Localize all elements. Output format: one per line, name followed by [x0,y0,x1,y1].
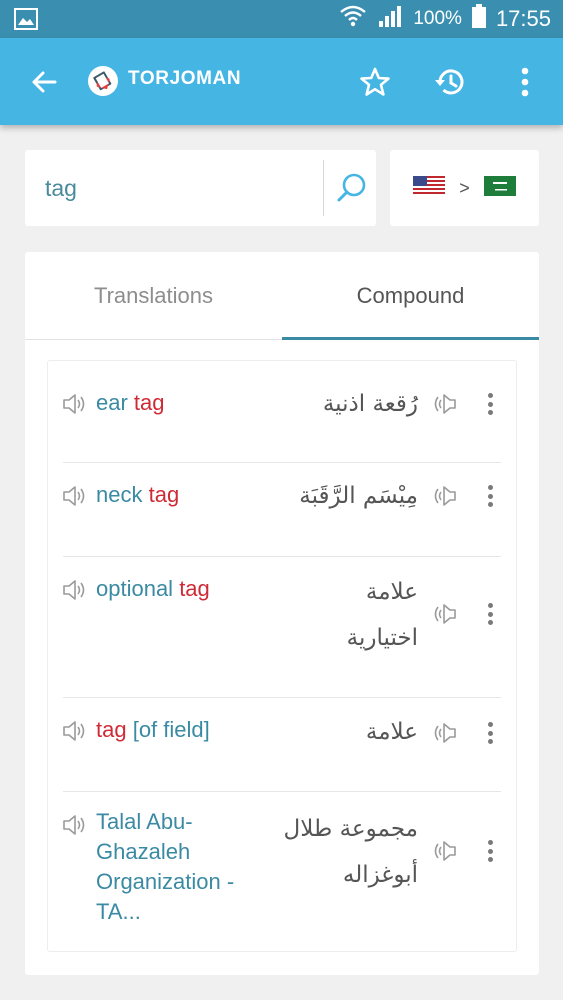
wifi-icon [339,4,367,34]
list-item: neck tag مِيْسَم الرَّقَبَة [48,463,518,556]
tab-compound[interactable]: Compound [282,252,539,340]
speaker-icon[interactable] [431,722,457,744]
term-ar[interactable]: مِيْسَم الرَّقَبَة [218,473,418,519]
speaker-icon[interactable] [62,814,86,836]
speaker-icon[interactable] [431,603,457,625]
term-ar[interactable]: مجموعة طلال أبوغزاله [248,806,418,898]
more-options-icon[interactable] [478,836,502,866]
term-ar[interactable]: علامة اختيارية [298,569,418,661]
speaker-icon[interactable] [62,720,86,742]
more-options-icon[interactable] [478,389,502,419]
tab-translations[interactable]: Translations [25,252,282,340]
list-item: optional tag علامة اختيارية [48,557,518,697]
star-icon[interactable] [353,60,397,104]
status-bar: 100% 17:55 [0,0,563,38]
list-item: Talal Abu-Ghazaleh Organization - TA... … [48,792,518,952]
term-ar[interactable]: رُقعة اذنية [218,381,418,427]
back-arrow-icon[interactable] [24,62,64,102]
tab-indicator [282,337,539,340]
saudi-flag-icon [483,175,516,201]
language-arrow: > [459,177,470,198]
history-icon[interactable] [428,60,472,104]
battery-icon [471,4,486,34]
signal-icon [377,4,403,34]
torjoman-logo-icon [86,64,120,98]
term-ar[interactable]: علامة [218,709,418,755]
term-en[interactable]: optional tag [96,574,266,604]
more-options-icon[interactable] [478,718,502,748]
search-box [25,150,376,226]
term-en[interactable]: Talal Abu-Ghazaleh Organization - TA... [96,807,261,927]
speaker-icon[interactable] [62,485,86,507]
speaker-icon[interactable] [431,393,457,415]
tab-bar: Translations Compound [25,252,539,340]
more-options-icon[interactable] [478,481,502,511]
search-divider [323,160,324,216]
language-selector[interactable]: > [390,150,539,226]
speaker-icon[interactable] [62,393,86,415]
search-icon[interactable] [329,162,375,214]
list-item: ear tag رُقعة اذنية [48,361,518,455]
compound-list: ear tag رُقعة اذنية neck tag مِيْسَم الر… [47,360,517,952]
gallery-icon [14,8,38,30]
list-item: tag [of field] علامة [48,698,518,791]
more-vert-icon[interactable] [503,60,547,104]
app-bar: TORJOMAN [0,38,563,125]
us-flag-icon [413,175,446,201]
speaker-icon[interactable] [431,840,457,862]
results-card: Translations Compound ear tag رُقعة اذني… [25,252,539,975]
more-options-icon[interactable] [478,599,502,629]
battery-percent: 100% [413,8,462,29]
clock: 17:55 [495,6,551,31]
search-input[interactable] [45,150,335,226]
speaker-icon[interactable] [431,485,457,507]
app-title: TORJOMAN [128,68,242,89]
speaker-icon[interactable] [62,579,86,601]
